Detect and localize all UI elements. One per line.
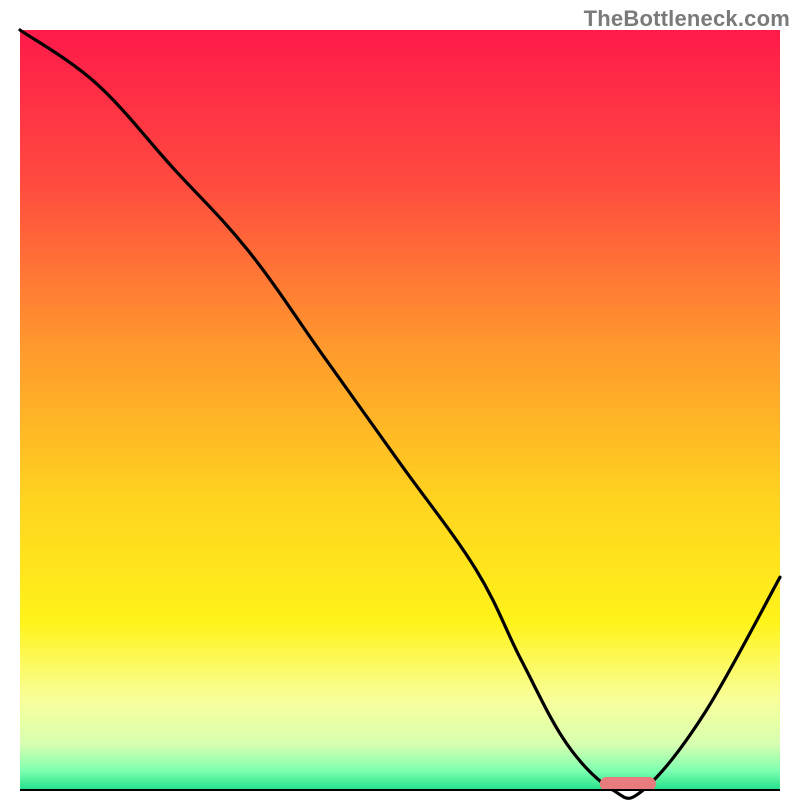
- chart-wrapper: TheBottleneck.com: [0, 0, 800, 800]
- attribution-label: TheBottleneck.com: [584, 6, 790, 32]
- plot-area: [20, 30, 780, 790]
- x-axis-line: [20, 789, 780, 791]
- data-curve: [20, 30, 780, 790]
